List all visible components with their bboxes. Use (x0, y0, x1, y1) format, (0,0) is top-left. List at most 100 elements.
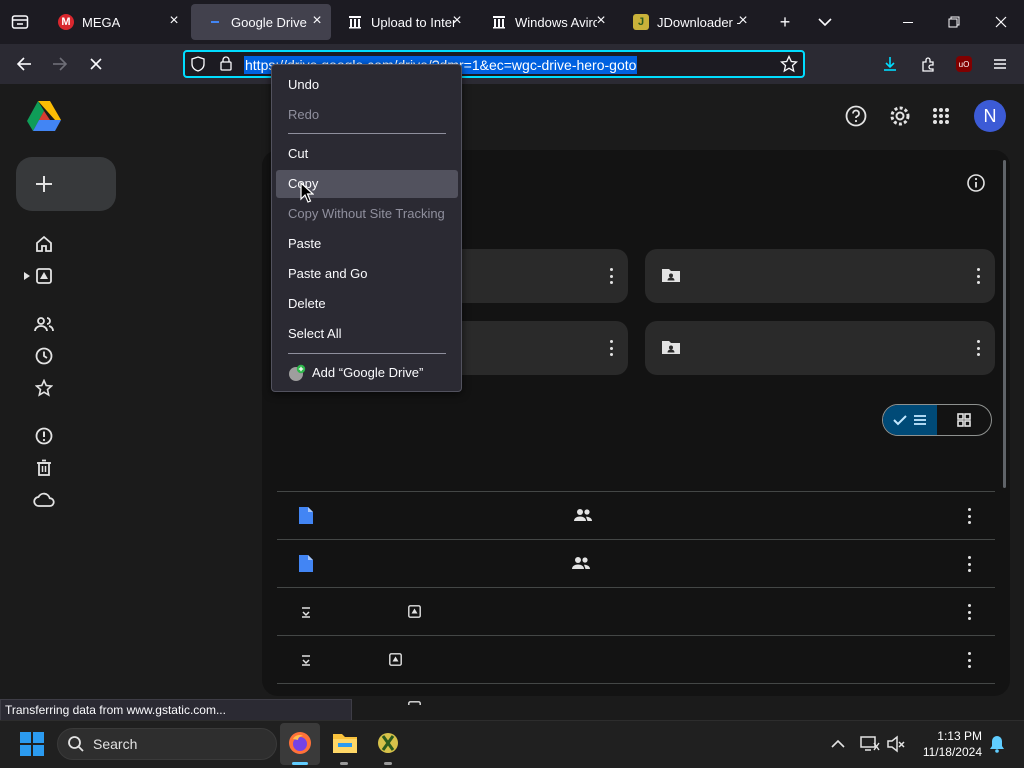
running-indicator (384, 762, 392, 765)
help-icon[interactable] (844, 104, 868, 128)
mega-icon: M (58, 14, 74, 30)
avatar[interactable]: N (974, 100, 1006, 132)
more-options-icon[interactable] (967, 508, 971, 524)
google-drive-logo[interactable] (26, 100, 62, 132)
firefox-view-icon[interactable] (6, 8, 34, 36)
grid-view-button[interactable] (937, 405, 991, 435)
lock-icon[interactable] (218, 55, 234, 71)
active-indicator (292, 762, 308, 765)
more-options-icon[interactable] (976, 340, 980, 356)
menu-item-delete[interactable]: Delete (276, 290, 458, 318)
more-options-icon[interactable] (967, 604, 971, 620)
notification-bell-icon[interactable] (989, 735, 1005, 753)
table-row[interactable] (277, 540, 995, 587)
drive-shortcut-icon (408, 701, 421, 705)
close-tab-icon[interactable]: × (166, 13, 182, 30)
windows-start-icon[interactable] (20, 732, 44, 756)
bookmark-star-icon[interactable] (779, 54, 799, 73)
storage-cloud-icon[interactable] (33, 490, 55, 510)
volume-muted-icon[interactable] (886, 735, 906, 753)
info-icon[interactable] (966, 173, 986, 193)
home-icon[interactable] (34, 234, 54, 254)
more-options-icon[interactable] (967, 652, 971, 668)
menu-icon[interactable] (986, 50, 1014, 78)
my-drive-icon[interactable] (34, 266, 54, 286)
chevron-up-icon[interactable] (830, 736, 846, 752)
close-window-icon[interactable] (987, 8, 1015, 36)
menu-item-select-all[interactable]: Select All (276, 320, 458, 348)
menu-separator (288, 353, 446, 354)
trash-icon[interactable] (34, 458, 54, 478)
close-tab-icon[interactable]: × (309, 13, 325, 30)
tab-google-drive[interactable]: Google Drive × (191, 4, 331, 40)
restore-icon[interactable] (940, 8, 968, 36)
network-icon[interactable] (860, 735, 880, 753)
stop-loading-icon[interactable] (82, 50, 110, 78)
clock-time[interactable]: 1:13 PM (912, 729, 982, 743)
menu-separator (288, 133, 446, 134)
back-icon[interactable] (10, 50, 38, 78)
forward-icon[interactable] (46, 50, 74, 78)
expand-arrow-icon[interactable] (22, 266, 32, 286)
menu-item-paste-and-go[interactable]: Paste and Go (276, 260, 458, 288)
more-options-icon[interactable] (609, 268, 613, 284)
tab-strip: M MEGA × Google Drive × Upload to Interr… (0, 0, 1024, 44)
tab-mega[interactable]: M MEGA × (42, 4, 188, 40)
tab-jdownloader[interactable]: J JDownloader - C × (617, 4, 757, 40)
menu-item-undo[interactable]: Undo (276, 71, 458, 99)
tab-windows[interactable]: Windows Aviro × (475, 4, 615, 40)
clock-date[interactable]: 11/18/2024 (912, 745, 982, 759)
close-tab-icon[interactable]: × (593, 13, 609, 30)
apps-grid-icon[interactable] (932, 107, 950, 125)
add-search-engine-icon (288, 364, 306, 382)
row-divider (277, 683, 995, 684)
menu-item-paste[interactable]: Paste (276, 230, 458, 258)
jdownloader-taskbar-icon[interactable] (376, 731, 400, 755)
status-bar: Transferring data from www.gstatic.com..… (0, 699, 352, 721)
settings-gear-icon[interactable] (888, 104, 912, 128)
close-tab-icon[interactable]: × (449, 13, 465, 30)
document-file-icon (299, 555, 313, 572)
tab-list-icon[interactable] (811, 8, 839, 36)
table-row[interactable] (277, 492, 995, 539)
google-drive-icon (207, 14, 223, 30)
starred-icon[interactable] (34, 378, 54, 398)
shared-with-me-icon[interactable] (34, 314, 54, 334)
drive-shortcut-icon (408, 605, 421, 618)
table-row[interactable] (277, 636, 995, 683)
file-explorer-icon[interactable] (332, 731, 358, 755)
shared-people-icon (571, 556, 591, 570)
tab-upload[interactable]: Upload to Interr × (331, 4, 471, 40)
download-file-icon (301, 605, 311, 618)
suggested-folder-card[interactable] (645, 321, 995, 375)
spam-icon[interactable] (34, 426, 54, 446)
jdownloader-icon: J (633, 14, 649, 30)
more-options-icon[interactable] (976, 268, 980, 284)
new-tab-icon[interactable]: + (771, 8, 799, 36)
minimize-icon[interactable] (894, 8, 922, 36)
taskbar-search[interactable] (57, 728, 277, 760)
mouse-cursor-icon (300, 181, 315, 204)
more-options-icon[interactable] (967, 556, 971, 572)
shield-icon[interactable] (190, 56, 206, 72)
download-file-icon (301, 653, 311, 666)
extensions-icon[interactable] (914, 50, 942, 78)
context-menu: Undo Redo Cut Copy Copy Without Site Tra… (271, 64, 462, 392)
new-button[interactable] (16, 157, 116, 211)
more-options-icon[interactable] (609, 340, 613, 356)
downloads-icon[interactable] (876, 50, 904, 78)
close-tab-icon[interactable]: × (735, 13, 751, 30)
list-icon (914, 415, 926, 425)
list-view-button[interactable] (883, 405, 937, 435)
check-icon (893, 415, 907, 426)
menu-item-cut[interactable]: Cut (276, 140, 458, 168)
suggested-folder-card[interactable] (645, 249, 995, 303)
archive-icon (347, 14, 363, 30)
scrollbar[interactable] (1003, 160, 1006, 488)
ublock-origin-icon[interactable]: uO (950, 50, 978, 78)
archive-icon (491, 14, 507, 30)
document-file-icon (299, 507, 313, 524)
table-row[interactable] (277, 588, 995, 635)
recent-clock-icon[interactable] (34, 346, 54, 366)
drive-shortcut-icon (389, 653, 402, 666)
